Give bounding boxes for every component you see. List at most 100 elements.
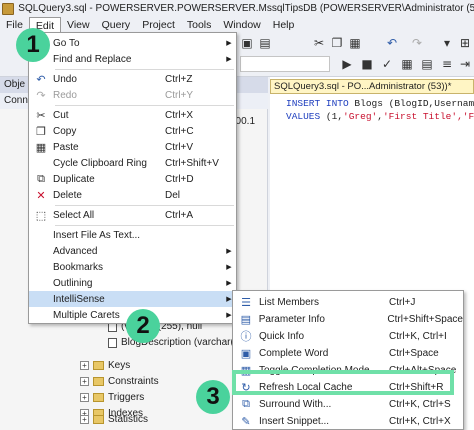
menu-item-outlining[interactable]: Outlining ▶ [29,275,236,291]
cut-toolbar-icon[interactable]: ✂ [312,36,326,50]
submenu-arrow-icon: ▶ [226,248,232,255]
title-bar: SQLQuery3.sql - POWERSERVER.POWERSERVER.… [0,0,474,17]
folder-label: Statistics [108,414,149,425]
submenu-arrow-icon: ▶ [226,40,232,47]
ssms-app-icon [2,2,15,15]
undo-icon: ↶ [36,72,46,86]
menu-item-insert-snippet[interactable]: ✎ Insert Snippet... Ctrl+K, Ctrl+X [233,413,463,429]
parse-icon[interactable]: ✓ [380,57,394,71]
folder-icon [93,393,104,402]
folder-icon [93,361,104,370]
sql-string: ,'Fi [457,111,474,122]
sql-string: 'First Title' [382,111,458,122]
submenu-arrow-icon: ▶ [226,280,232,287]
code-line-1: INSERT INTO Blogs (BlogID,Usernam [286,98,474,109]
menu-item-complete-word[interactable]: ▣ Complete Word Ctrl+Space [233,345,463,361]
folder-label: Constraints [108,376,159,387]
menu-tools[interactable]: Tools [181,17,218,33]
expand-icon[interactable]: + [80,377,89,386]
menu-item-undo[interactable]: ↶ Undo Ctrl+Z [29,71,236,87]
dropdown-icon[interactable]: ▾ [440,36,454,50]
menu-help[interactable]: Help [267,17,301,33]
menu-item-list-members[interactable]: ☰ List Members Ctrl+J [233,294,463,310]
menu-item-copy[interactable]: ❐ Copy Ctrl+C [29,123,236,139]
tree-folder-triggers[interactable]: + Triggers [80,391,144,404]
folder-label: Triggers [108,392,145,403]
menu-separator [55,225,234,226]
tree-folder-constraints[interactable]: + Constraints [80,375,159,388]
sql-text: Blogs (BlogID,Usernam [348,98,474,109]
zoom-icon[interactable]: ⊞ [458,36,472,50]
intellisense-submenu: ☰ List Members Ctrl+J ▤ Parameter Info C… [232,290,464,430]
redo-icon: ↷ [36,88,46,102]
step-badge-1: 1 [16,28,50,62]
edit-menu-dropdown: Go To ▶ Find and Replace ▶ ↶ Undo Ctrl+Z… [28,32,237,324]
menu-separator [55,69,234,70]
menu-bar: File Edit View Query Project Tools Windo… [0,16,474,34]
expand-icon[interactable]: + [80,393,89,402]
submenu-arrow-icon: ▶ [226,56,232,63]
save-all-icon[interactable]: ▤ [258,36,272,50]
quick-info-icon: ⓘ [240,330,252,343]
menu-item-select-all[interactable]: ⬚ Select All Ctrl+A [29,207,236,223]
tree-folder-statistics[interactable]: + Statistics [80,413,148,426]
menu-item-advanced[interactable]: Advanced ▶ [29,243,236,259]
menu-item-cut[interactable]: ✂ Cut Ctrl+X [29,107,236,123]
execute-icon[interactable]: ▶ [340,57,354,71]
menu-item-cycle-clipboard[interactable]: Cycle Clipboard Ring Ctrl+Shift+V [29,155,236,171]
editor-tab[interactable]: SQLQuery3.sql - PO...Administrator (53))… [270,79,474,94]
menu-view[interactable]: View [61,17,96,33]
step-badge-3: 3 [196,380,230,414]
tree-folder-keys[interactable]: + Keys [80,359,130,372]
cut-icon: ✂ [36,108,46,122]
column-icon [108,337,117,348]
step-badge-2: 2 [126,309,160,343]
undo-toolbar-icon[interactable]: ↶ [385,36,399,50]
menu-separator [55,105,234,106]
menu-item-insert-file[interactable]: Insert File As Text... [29,227,236,243]
sql-keyword: VALUES [286,111,321,122]
folder-label: Keys [108,360,131,371]
results-grid-icon[interactable]: ▦ [400,57,414,71]
paste-icon: ▦ [35,140,47,154]
results-text-icon[interactable]: ▤ [420,57,434,71]
paste-toolbar-icon[interactable]: ▦ [348,36,362,50]
database-combo[interactable] [240,56,330,72]
copy-icon: ❐ [36,124,46,138]
select-all-icon: ⬚ [35,208,47,222]
menu-item-intellisense[interactable]: IntelliSense ▶ [29,291,236,307]
menu-item-quick-info[interactable]: ⓘ Quick Info Ctrl+K, Ctrl+I [233,328,463,344]
indent-icon[interactable]: ⇥ [458,57,472,71]
menu-window[interactable]: Window [217,17,266,33]
parameter-info-icon: ▤ [240,312,252,326]
expand-icon[interactable]: + [80,361,89,370]
submenu-arrow-icon: ▶ [226,264,232,271]
debug-icon[interactable]: ■ [360,57,374,71]
expand-icon[interactable]: + [80,415,89,424]
folder-icon [93,377,104,386]
sql-keyword: INSERT INTO [286,98,349,109]
complete-word-icon: ▣ [240,346,252,360]
menu-separator [55,205,234,206]
save-icon[interactable]: ▣ [240,36,254,50]
menu-item-surround-with[interactable]: ⧉ Surround With... Ctrl+K, Ctrl+S [233,396,463,412]
menu-project[interactable]: Project [136,17,181,33]
menu-item-bookmarks[interactable]: Bookmarks ▶ [29,259,236,275]
menu-query[interactable]: Query [96,17,137,33]
copy-toolbar-icon[interactable]: ❐ [330,36,344,50]
menu-item-paste[interactable]: ▦ Paste Ctrl+V [29,139,236,155]
insert-snippet-icon: ✎ [241,414,251,428]
menu-item-go-to[interactable]: Go To ▶ [29,35,236,51]
menu-item-parameter-info[interactable]: ▤ Parameter Info Ctrl+Shift+Space [233,311,463,327]
refresh-highlight-box [232,370,454,395]
list-members-icon: ☰ [241,295,251,309]
comment-icon[interactable]: ≡ [440,57,454,71]
menu-item-find-replace[interactable]: Find and Replace ▶ [29,51,236,67]
delete-icon: ✕ [36,188,46,202]
menu-item-delete[interactable]: ✕ Delete Del [29,187,236,203]
menu-item-redo[interactable]: ↷ Redo Ctrl+Y [29,87,236,103]
redo-toolbar-icon[interactable]: ↷ [410,36,424,50]
code-line-2: VALUES (1,'Greg','First Title','Fi [286,111,474,122]
surround-with-icon: ⧉ [242,397,250,410]
menu-item-duplicate[interactable]: ⧉ Duplicate Ctrl+D [29,171,236,187]
